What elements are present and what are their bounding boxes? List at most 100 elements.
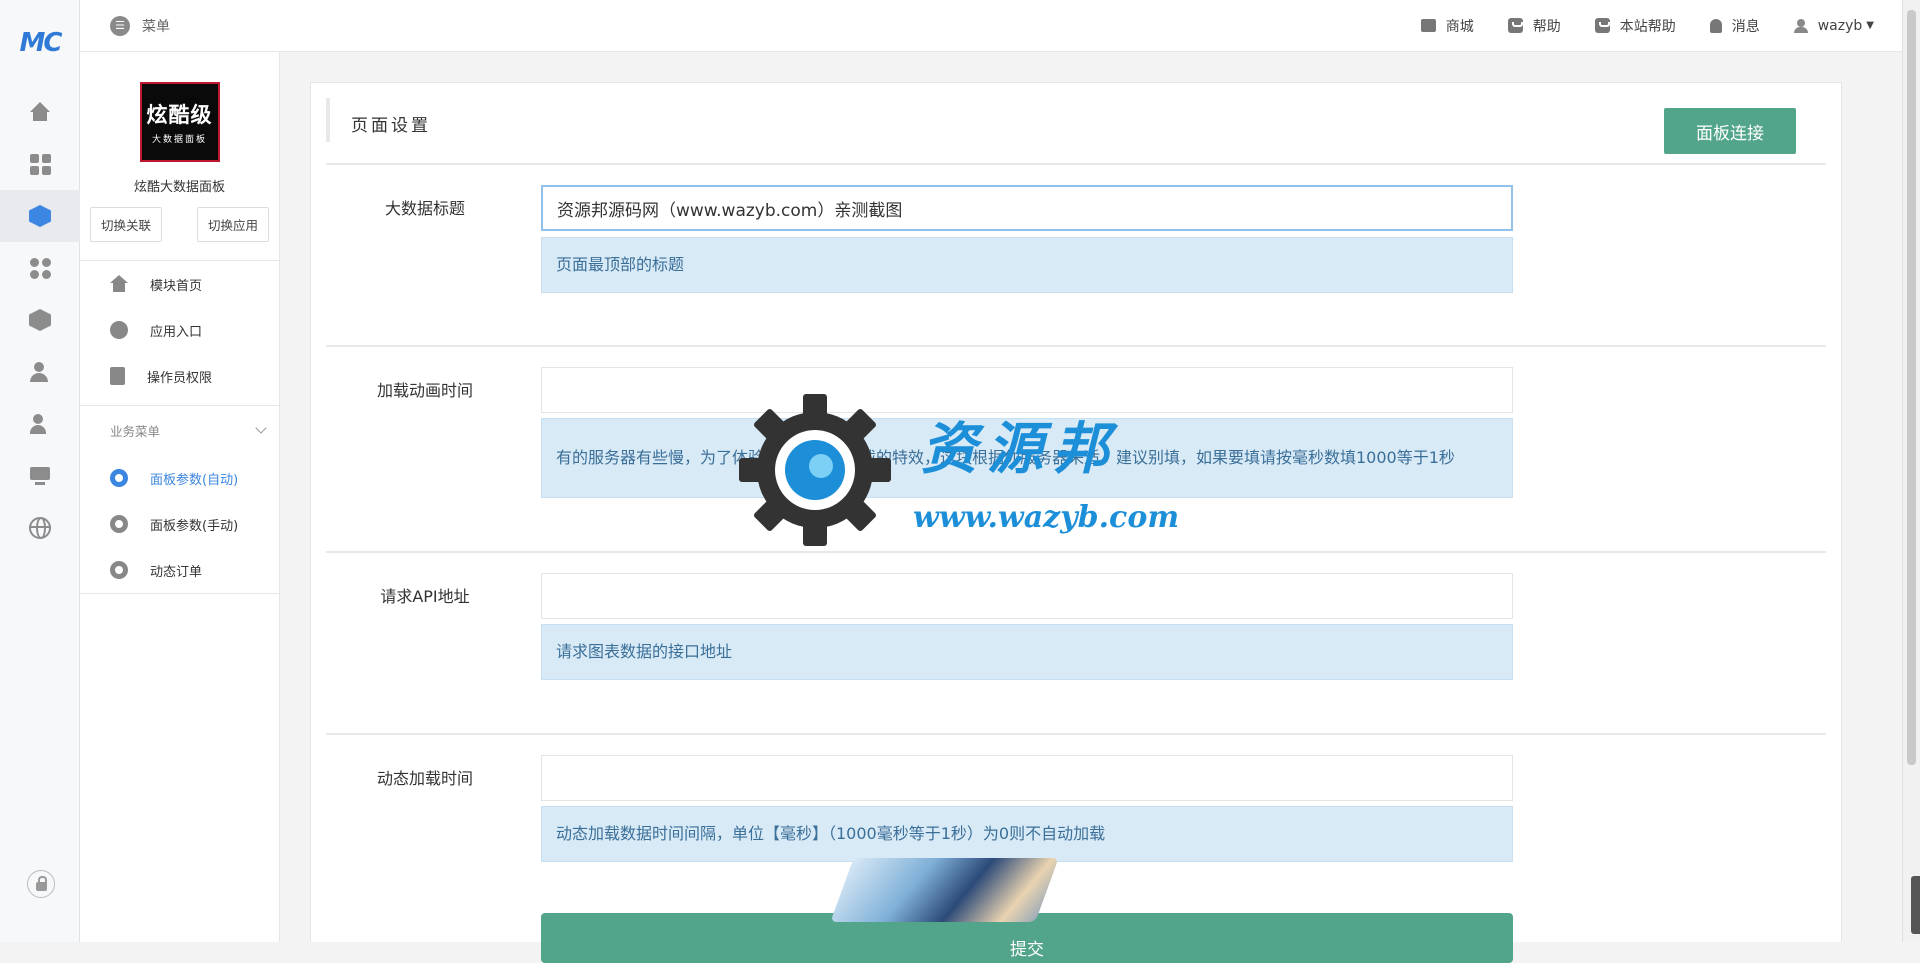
field-label: 请求API地址 bbox=[380, 587, 470, 606]
rail-monitor[interactable] bbox=[0, 450, 80, 502]
menu-label: 菜单 bbox=[142, 18, 170, 35]
list-icon: ☰ bbox=[110, 15, 130, 36]
nav-site-help[interactable]: 本站帮助 bbox=[1594, 16, 1676, 36]
nav-store-label: 商城 bbox=[1445, 18, 1474, 35]
rail-package[interactable] bbox=[0, 294, 80, 346]
nav-help[interactable]: 帮助 bbox=[1507, 16, 1561, 36]
sidebar-item-panel-params-manual[interactable]: 面板参数(手动) bbox=[80, 501, 279, 547]
gear-icon bbox=[110, 515, 128, 533]
gear-icon bbox=[110, 469, 128, 487]
users-icon bbox=[29, 361, 51, 383]
field-label: 大数据标题 bbox=[384, 199, 465, 218]
bigdata-title-input[interactable] bbox=[541, 185, 1513, 231]
loading-time-input[interactable] bbox=[541, 367, 1513, 413]
group-title-label: 业务菜单 bbox=[110, 424, 161, 439]
dynamic-load-time-input[interactable] bbox=[541, 755, 1513, 801]
nav-help-label: 帮助 bbox=[1532, 18, 1561, 35]
sidebar-item-label: 动态订单 bbox=[150, 564, 203, 580]
page-scrollbar[interactable] bbox=[1902, 0, 1920, 942]
page-title: 页面设置 bbox=[351, 116, 431, 136]
scrollbar-thumb[interactable] bbox=[1907, 10, 1916, 765]
store-icon bbox=[1420, 19, 1436, 32]
field-dynamic-load-time: 动态加载时间 动态加载数据时间间隔，单位【毫秒】（1000毫秒等于1秒）为0则不… bbox=[326, 735, 1826, 935]
chat-icon bbox=[110, 321, 128, 339]
form-fields: 大数据标题 页面最顶部的标题 加载动画时间 有的服务器有些慢，为了体验好一般有个… bbox=[326, 165, 1826, 935]
gear-icon bbox=[110, 561, 128, 579]
home-icon bbox=[29, 101, 51, 123]
icon-rail: MC bbox=[0, 0, 80, 942]
field-label: 动态加载时间 bbox=[376, 769, 473, 788]
sidebar-item-dynamic-orders[interactable]: 动态订单 bbox=[80, 547, 279, 593]
sidebar-item-label: 面板参数(手动) bbox=[150, 518, 239, 534]
document-icon bbox=[110, 367, 125, 385]
business-menu: 面板参数(自动) 面板参数(手动) 动态订单 bbox=[80, 455, 279, 594]
nav-store[interactable]: 商城 bbox=[1420, 16, 1474, 36]
apps-grid-icon bbox=[29, 153, 51, 175]
rail-globe[interactable] bbox=[0, 502, 80, 554]
app-logo[interactable]: MC bbox=[0, 0, 80, 86]
top-header: ☰ 菜单 商城 帮助 本站帮助 消息 wazyb ▼ bbox=[80, 0, 1902, 52]
package-settings-icon bbox=[29, 309, 51, 331]
home-icon bbox=[110, 275, 128, 293]
switch-app-button[interactable]: 切换应用 bbox=[196, 207, 269, 242]
field-help: 有的服务器有些慢，为了体验好一般有个加载的特效，这块根据你服务器来适，建议别填，… bbox=[541, 418, 1513, 498]
brand-image-title: 炫酷级 bbox=[146, 103, 213, 127]
field-help: 动态加载数据时间间隔，单位【毫秒】（1000毫秒等于1秒）为0则不自动加载 bbox=[541, 806, 1513, 862]
user-menu[interactable]: wazyb ▼ bbox=[1793, 17, 1874, 34]
field-api-url: 请求API地址 请求图表数据的接口地址 bbox=[326, 553, 1826, 735]
cube-icon bbox=[29, 205, 51, 227]
sidebar-item-label: 面板参数(自动) bbox=[150, 472, 239, 488]
sidebar-item-module-home[interactable]: 模块首页 bbox=[80, 261, 279, 307]
settings-panel: 页面设置 面板连接 大数据标题 页面最顶部的标题 加载动画时间 有的服务器有些慢… bbox=[310, 82, 1842, 963]
site-help-bag-icon bbox=[1594, 18, 1610, 33]
field-label: 加载动画时间 bbox=[376, 381, 473, 400]
title-accent-bar bbox=[326, 98, 330, 142]
chevron-down-icon bbox=[255, 422, 267, 434]
rail-home[interactable] bbox=[0, 86, 80, 138]
switch-row: 切换关联 切换应用 bbox=[80, 207, 279, 242]
panel-connect-button[interactable]: 面板连接 bbox=[1664, 108, 1796, 154]
user-icon bbox=[1793, 18, 1808, 33]
sidebar-item-operator-permissions[interactable]: 操作员权限 bbox=[80, 353, 279, 399]
lock-icon bbox=[35, 875, 47, 891]
field-loading-animation-time: 加载动画时间 有的服务器有些慢，为了体验好一般有个加载的特效，这块根据你服务器来… bbox=[326, 347, 1826, 553]
sub-sidebar: 炫酷级 大数据面板 炫酷大数据面板 切换关联 切换应用 模块首页 应用入口 操作… bbox=[80, 52, 280, 942]
api-url-input[interactable] bbox=[541, 573, 1513, 619]
nav-site-help-label: 本站帮助 bbox=[1619, 18, 1676, 35]
user-lock-icon bbox=[29, 413, 51, 435]
rail-apps[interactable] bbox=[0, 138, 80, 190]
switch-link-button[interactable]: 切换关联 bbox=[90, 207, 163, 242]
panel-header: 页面设置 面板连接 bbox=[326, 83, 1826, 165]
bell-icon bbox=[1709, 18, 1722, 33]
field-help: 请求图表数据的接口地址 bbox=[541, 624, 1513, 680]
rail-user-lock[interactable] bbox=[0, 398, 80, 450]
sidebar-item-panel-params-auto[interactable]: 面板参数(自动) bbox=[80, 455, 279, 501]
modules-icon bbox=[29, 257, 51, 279]
field-help: 页面最顶部的标题 bbox=[541, 237, 1513, 293]
nav-messages[interactable]: 消息 bbox=[1709, 16, 1760, 36]
field-bigdata-title: 大数据标题 页面最顶部的标题 bbox=[326, 165, 1826, 347]
side-tab[interactable] bbox=[1911, 876, 1920, 934]
brand-name: 炫酷大数据面板 bbox=[133, 180, 225, 195]
globe-icon bbox=[29, 517, 51, 539]
caret-down-icon: ▼ bbox=[1866, 20, 1874, 31]
top-nav: 商城 帮助 本站帮助 消息 wazyb ▼ bbox=[1420, 16, 1874, 36]
nav-messages-label: 消息 bbox=[1731, 18, 1760, 35]
brand-image-subtitle: 大数据面板 bbox=[151, 135, 207, 145]
menu-toggle[interactable]: ☰ 菜单 bbox=[110, 15, 170, 36]
mascot-image bbox=[830, 858, 1059, 922]
group-business-menu[interactable]: 业务菜单 bbox=[80, 405, 279, 455]
monitor-icon bbox=[29, 465, 51, 487]
sidebar-item-label: 应用入口 bbox=[150, 324, 203, 340]
sidebar-item-label: 操作员权限 bbox=[147, 370, 213, 386]
brand-image: 炫酷级 大数据面板 bbox=[139, 82, 220, 162]
sidebar-item-app-entry[interactable]: 应用入口 bbox=[80, 307, 279, 353]
rail-modules[interactable] bbox=[0, 242, 80, 294]
help-bag-icon bbox=[1507, 18, 1523, 33]
lock-screen-button[interactable] bbox=[27, 870, 55, 898]
rail-cube[interactable] bbox=[0, 190, 80, 242]
sidebar-item-label: 模块首页 bbox=[150, 278, 203, 294]
sidebar-menu: 模块首页 应用入口 操作员权限 bbox=[80, 260, 279, 399]
username: wazyb bbox=[1817, 17, 1863, 34]
rail-users[interactable] bbox=[0, 346, 80, 398]
